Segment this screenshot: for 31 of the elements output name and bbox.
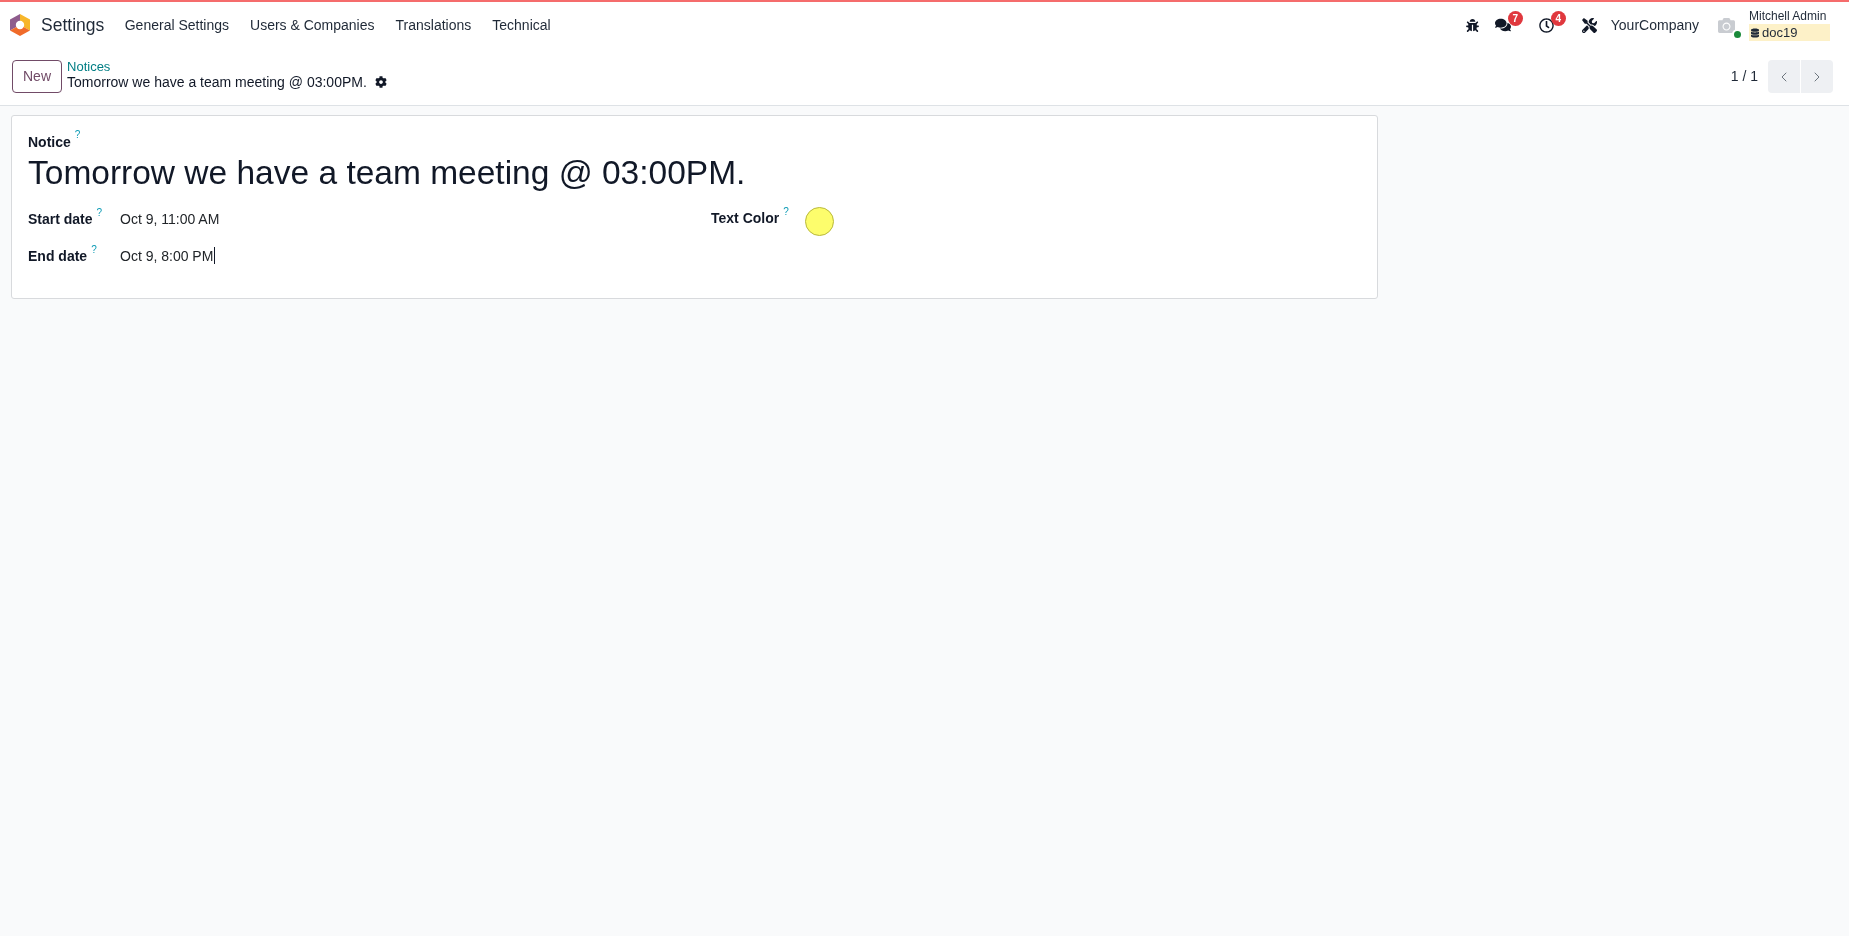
field-label: Notice: [28, 133, 71, 152]
database-name: doc19: [1762, 25, 1798, 40]
help-marker[interactable]: ?: [91, 244, 97, 255]
field-label: End date: [28, 246, 88, 265]
database-icon: [1751, 27, 1759, 38]
menu-item[interactable]: Users & Companies: [239, 14, 386, 36]
user-name[interactable]: Mitchell Admin: [1749, 9, 1827, 23]
app-name[interactable]: Settings: [41, 11, 105, 39]
date-input[interactable]: Oct 9, 8:00 PM: [120, 246, 216, 265]
chat-bubbles-icon[interactable]: [1494, 17, 1511, 33]
menu-item[interactable]: Translations: [385, 14, 482, 36]
field-label: Start date: [28, 209, 93, 228]
gear-icon[interactable]: [374, 76, 387, 88]
new-button[interactable]: New: [12, 60, 62, 93]
bug-icon[interactable]: [1465, 18, 1479, 32]
menu-item[interactable]: General Settings: [114, 14, 240, 36]
count-badge: 4: [1550, 11, 1566, 26]
logo-icon[interactable]: [10, 14, 30, 36]
record-title: Tomorrow we have a team meeting @ 03:00PM.: [67, 73, 367, 91]
pager-value[interactable]: 1 / 1: [1730, 66, 1758, 87]
date-input[interactable]: Oct 9, 11:00 AM: [120, 209, 220, 228]
title-input[interactable]: Tomorrow we have a team meeting @ 03:00PM.: [28, 152, 746, 193]
count-badge: 7: [1507, 11, 1523, 26]
company-switcher[interactable]: YourCompany: [1610, 14, 1699, 36]
clock-icon[interactable]: [1538, 17, 1554, 33]
menu-item[interactable]: Technical: [481, 14, 562, 36]
tools-icon[interactable]: [1581, 17, 1597, 33]
breadcrumb-link[interactable]: Notices: [67, 58, 111, 74]
color-swatch-icon[interactable]: [805, 207, 834, 236]
help-marker[interactable]: ?: [783, 207, 789, 217]
field-label: Text Color: [711, 209, 780, 227]
